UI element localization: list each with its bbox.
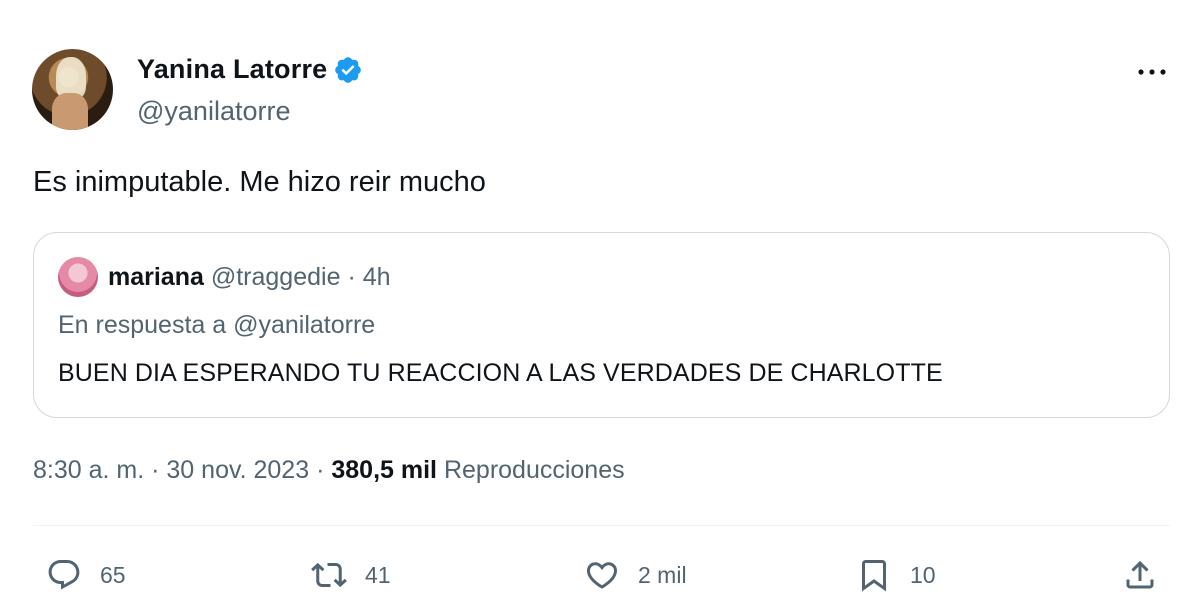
tweet-card: Yanina Latorre @yanilatorre Es inimputab… bbox=[0, 0, 1200, 612]
like-button[interactable]: 2 mil bbox=[584, 556, 687, 594]
more-options-icon[interactable] bbox=[1134, 60, 1170, 84]
meta-separator: · bbox=[151, 456, 160, 484]
views-label: Reproducciones bbox=[443, 456, 625, 484]
heart-icon bbox=[586, 562, 618, 589]
retweet-icon bbox=[311, 562, 347, 588]
author-handle[interactable]: @yanilatorre bbox=[137, 96, 290, 127]
share-button[interactable] bbox=[1122, 556, 1176, 594]
meta-separator: · bbox=[316, 456, 325, 484]
reply-count: 65 bbox=[100, 561, 126, 588]
tweet-text: Es inimputable. Me hizo reir mucho bbox=[33, 166, 486, 198]
reply-icon bbox=[48, 560, 80, 590]
quoted-tweet-header: mariana @traggedie · 4h bbox=[108, 263, 391, 292]
divider bbox=[33, 525, 1170, 526]
author-display-name[interactable]: Yanina Latorre bbox=[137, 54, 327, 85]
author-avatar[interactable] bbox=[32, 49, 113, 130]
retweet-button[interactable]: 41 bbox=[311, 556, 391, 594]
views-count: 380,5 mil bbox=[331, 456, 437, 484]
like-count: 2 mil bbox=[638, 561, 687, 588]
verified-badge-icon[interactable] bbox=[333, 55, 363, 85]
reply-button[interactable]: 65 bbox=[46, 556, 126, 594]
author-name-row: Yanina Latorre bbox=[137, 54, 363, 85]
quoted-reply-context: En respuesta a @yanilatorre bbox=[58, 311, 376, 339]
retweet-count: 41 bbox=[365, 561, 391, 588]
bookmark-count: 10 bbox=[910, 561, 936, 588]
bookmark-icon bbox=[862, 560, 886, 592]
quoted-tweet-time[interactable]: 4h bbox=[363, 263, 391, 291]
tweet-date[interactable]: 30 nov. 2023 bbox=[166, 456, 309, 484]
quoted-author-name[interactable]: mariana bbox=[108, 263, 204, 291]
quoted-author-handle[interactable]: @traggedie bbox=[211, 263, 341, 291]
avatar-body bbox=[52, 93, 88, 130]
tweet-metadata: 8:30 a. m. · 30 nov. 2023 · 380,5 mil Re… bbox=[33, 456, 625, 485]
quoted-tweet-text: BUEN DIA ESPERANDO TU REACCION A LAS VER… bbox=[58, 359, 943, 387]
bookmark-button[interactable]: 10 bbox=[856, 556, 936, 594]
quoted-separator: · bbox=[347, 263, 356, 291]
tweet-time[interactable]: 8:30 a. m. bbox=[33, 456, 144, 484]
quoted-author-avatar[interactable] bbox=[58, 257, 98, 297]
quoted-tweet[interactable]: mariana @traggedie · 4h En respuesta a @… bbox=[33, 232, 1170, 418]
share-icon bbox=[1126, 560, 1154, 589]
